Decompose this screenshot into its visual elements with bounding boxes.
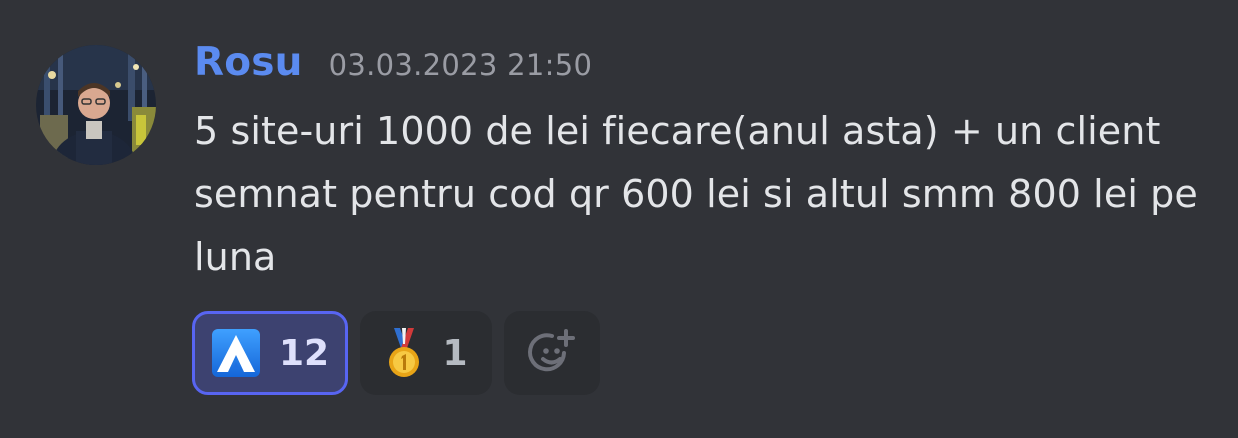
message-header: Rosu 03.03.2023 21:50 [194, 40, 592, 96]
author-name[interactable]: Rosu [194, 40, 303, 85]
reaction-count: 1 [442, 332, 468, 374]
avatar[interactable] [36, 45, 156, 165]
blue-a-logo-emoji-icon [211, 329, 260, 377]
add-reaction-button[interactable] [504, 311, 600, 395]
message-timestamp[interactable]: 03.03.2023 21:50 [329, 48, 593, 82]
add-reaction-smiley-icon [528, 329, 575, 372]
user-photo-avatar-icon [36, 45, 156, 165]
first-place-medal-emoji-icon [389, 328, 420, 377]
reaction-count: 12 [278, 332, 330, 374]
reactions-bar: 12 1 [192, 311, 600, 395]
reaction-medal-button[interactable]: 1 [360, 311, 492, 395]
message-content: 5 site-uri 1000 de lei fiecare(anul asta… [194, 109, 1198, 279]
reaction-blue-a-button[interactable]: 12 [192, 311, 348, 395]
